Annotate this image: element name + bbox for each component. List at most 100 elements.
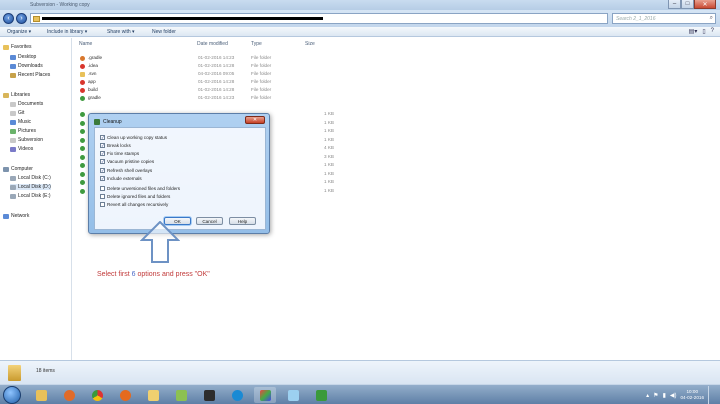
cleanup-option[interactable]: Delete ignored files and folders — [100, 194, 170, 199]
paint-taskbar-icon[interactable] — [254, 387, 276, 403]
cancel-button[interactable]: Cancel — [196, 217, 223, 225]
cleanup-option[interactable]: ✓ Clean up working copy status — [100, 135, 167, 140]
redacted-path — [42, 17, 323, 20]
file-row[interactable]: .svn 04-02-2016 09:05 File folder — [78, 71, 368, 78]
media-player-taskbar-icon[interactable] — [58, 387, 80, 403]
file-name: app — [88, 79, 96, 84]
nav-item-label: Subversion — [18, 137, 44, 143]
column-headers: Name Date modified Type Size — [73, 38, 720, 48]
android-studio-taskbar-icon[interactable] — [170, 387, 192, 403]
nav-item-recent-places[interactable]: Recent Places — [10, 72, 50, 78]
views-icon[interactable]: ▤▾ — [689, 28, 698, 35]
svn-normal-icon — [80, 120, 85, 126]
nav-item-local-disk-e[interactable]: Local Disk (E:) — [10, 193, 51, 199]
checkbox[interactable]: ✓ — [100, 151, 105, 156]
maximize-button[interactable]: □ — [681, 0, 694, 9]
column-header-size[interactable]: Size — [305, 41, 315, 47]
cleanup-option[interactable]: Revert all changes recursively — [100, 202, 168, 207]
nav-item-pictures[interactable]: Pictures — [10, 128, 36, 134]
start-button[interactable] — [3, 386, 21, 404]
new-folder-button[interactable]: New folder — [152, 29, 176, 35]
subversion-library-icon — [10, 137, 16, 143]
clock[interactable]: 10:00 04-02-2016 — [681, 389, 705, 401]
checkbox[interactable] — [100, 194, 105, 199]
share-with-menu[interactable]: Share with ▾ — [107, 29, 135, 35]
file-row[interactable]: gradle 01-02-2016 14:23 File folder — [78, 95, 368, 102]
dialog-body: ✓ Clean up working copy status ✓ Break lock… — [94, 127, 266, 230]
network-tray-icon[interactable]: ▮ — [663, 392, 666, 399]
cleanup-option[interactable]: ✓ Refresh shell overlays — [100, 168, 152, 173]
help-icon[interactable]: ? — [711, 28, 714, 35]
organize-menu[interactable]: Organize ▾ — [7, 29, 31, 35]
show-hidden-icons-icon[interactable]: ▴ — [646, 392, 649, 399]
search-input[interactable]: Search 2_1_2016 ⌕ — [612, 13, 716, 24]
preview-pane-icon[interactable]: ▯ — [702, 28, 705, 35]
file-row[interactable]: build 01-02-2016 14:28 File folder — [78, 87, 368, 94]
file-row[interactable]: .idea 01-02-2016 14:28 File folder — [78, 63, 368, 70]
close-window-button[interactable]: ✕ — [694, 0, 716, 9]
checkbox[interactable] — [100, 202, 105, 207]
minimize-button[interactable]: – — [668, 0, 681, 9]
nav-item-local-disk-c[interactable]: Local Disk (C:) — [10, 175, 51, 181]
cleanup-option[interactable]: ✓ Vacuum pristine copies — [100, 159, 154, 164]
column-header-type[interactable]: Type — [251, 41, 262, 47]
firefox-taskbar-icon[interactable] — [114, 387, 136, 403]
help-button[interactable]: Help — [229, 217, 256, 225]
cleanup-option[interactable]: Delete unversioned files and folders — [100, 186, 180, 191]
file-type: File folder — [251, 71, 272, 76]
nav-item-subversion[interactable]: Subversion — [10, 137, 43, 143]
nav-favorites[interactable]: Favorites — [3, 44, 32, 50]
up-arrow-annotation — [140, 221, 180, 263]
checkbox[interactable]: ✓ — [100, 159, 105, 164]
nav-item-downloads[interactable]: Downloads — [10, 63, 43, 69]
checkbox[interactable] — [100, 186, 105, 191]
address-bar[interactable] — [30, 13, 608, 24]
nav-item-desktop[interactable]: Desktop — [10, 54, 36, 60]
forward-arrow-icon[interactable]: › — [16, 13, 27, 24]
file-row[interactable]: app 01-02-2016 14:28 File folder — [78, 79, 368, 86]
downloads-icon — [10, 63, 16, 69]
nav-item-label: Pictures — [18, 128, 37, 134]
file-row[interactable]: .gradle 01-02-2016 14:23 File folder — [78, 55, 368, 62]
include-in-library-menu[interactable]: Include in library ▾ — [47, 29, 87, 35]
file-date: 01-02-2016 14:23 — [198, 55, 235, 60]
nav-item-git[interactable]: Git — [10, 110, 24, 116]
nav-item-label: Recent Places — [18, 72, 51, 78]
nav-item-label: Local Disk (E:) — [18, 193, 51, 199]
window-controls: – □ ✕ — [668, 0, 716, 10]
cleanup-option-label: Include externals — [107, 176, 142, 181]
column-header-date[interactable]: Date modified — [197, 41, 228, 47]
nav-computer[interactable]: Computer — [3, 166, 33, 172]
notepad-taskbar-icon[interactable] — [282, 387, 304, 403]
cleanup-option[interactable]: ✓ Include externals — [100, 176, 142, 181]
dialog-close-button[interactable]: ✕ — [245, 116, 265, 124]
nav-item-local-disk-d[interactable]: Local Disk (D:) — [10, 184, 51, 190]
nav-libraries[interactable]: Libraries — [3, 92, 30, 98]
checkbox[interactable]: ✓ — [100, 143, 105, 148]
cleanup-option[interactable]: ✓ Fix time stamps — [100, 151, 139, 156]
nav-item-documents[interactable]: Documents — [10, 101, 43, 107]
clock-date: 04-02-2016 — [680, 395, 705, 400]
back-arrow-icon[interactable]: ‹ — [3, 13, 14, 24]
nav-network[interactable]: Network — [3, 213, 29, 219]
libraries-icon — [3, 92, 9, 98]
cleanup-option[interactable]: ✓ Break locks — [100, 143, 131, 148]
chrome-taskbar-icon[interactable] — [86, 387, 108, 403]
file-type: File folder — [251, 79, 272, 84]
folder-taskbar-icon[interactable] — [142, 387, 164, 403]
dreamweaver-taskbar-icon[interactable] — [310, 387, 332, 403]
file-date: 04-02-2016 09:05 — [198, 71, 235, 76]
checkbox[interactable]: ✓ — [100, 135, 105, 140]
nav-item-music[interactable]: Music — [10, 119, 31, 125]
flag-icon[interactable]: ⚑ — [653, 392, 658, 399]
volume-icon[interactable]: ◀) — [670, 392, 677, 399]
column-header-name[interactable]: Name — [79, 41, 92, 47]
nav-item-videos[interactable]: Videos — [10, 146, 33, 152]
explorer-taskbar-icon[interactable] — [30, 387, 52, 403]
svn-normal-icon — [80, 137, 85, 143]
terminal-taskbar-icon[interactable] — [198, 387, 220, 403]
skype-taskbar-icon[interactable] — [226, 387, 248, 403]
checkbox[interactable]: ✓ — [100, 168, 105, 173]
checkbox[interactable]: ✓ — [100, 176, 105, 181]
show-desktop-button[interactable] — [708, 386, 716, 404]
